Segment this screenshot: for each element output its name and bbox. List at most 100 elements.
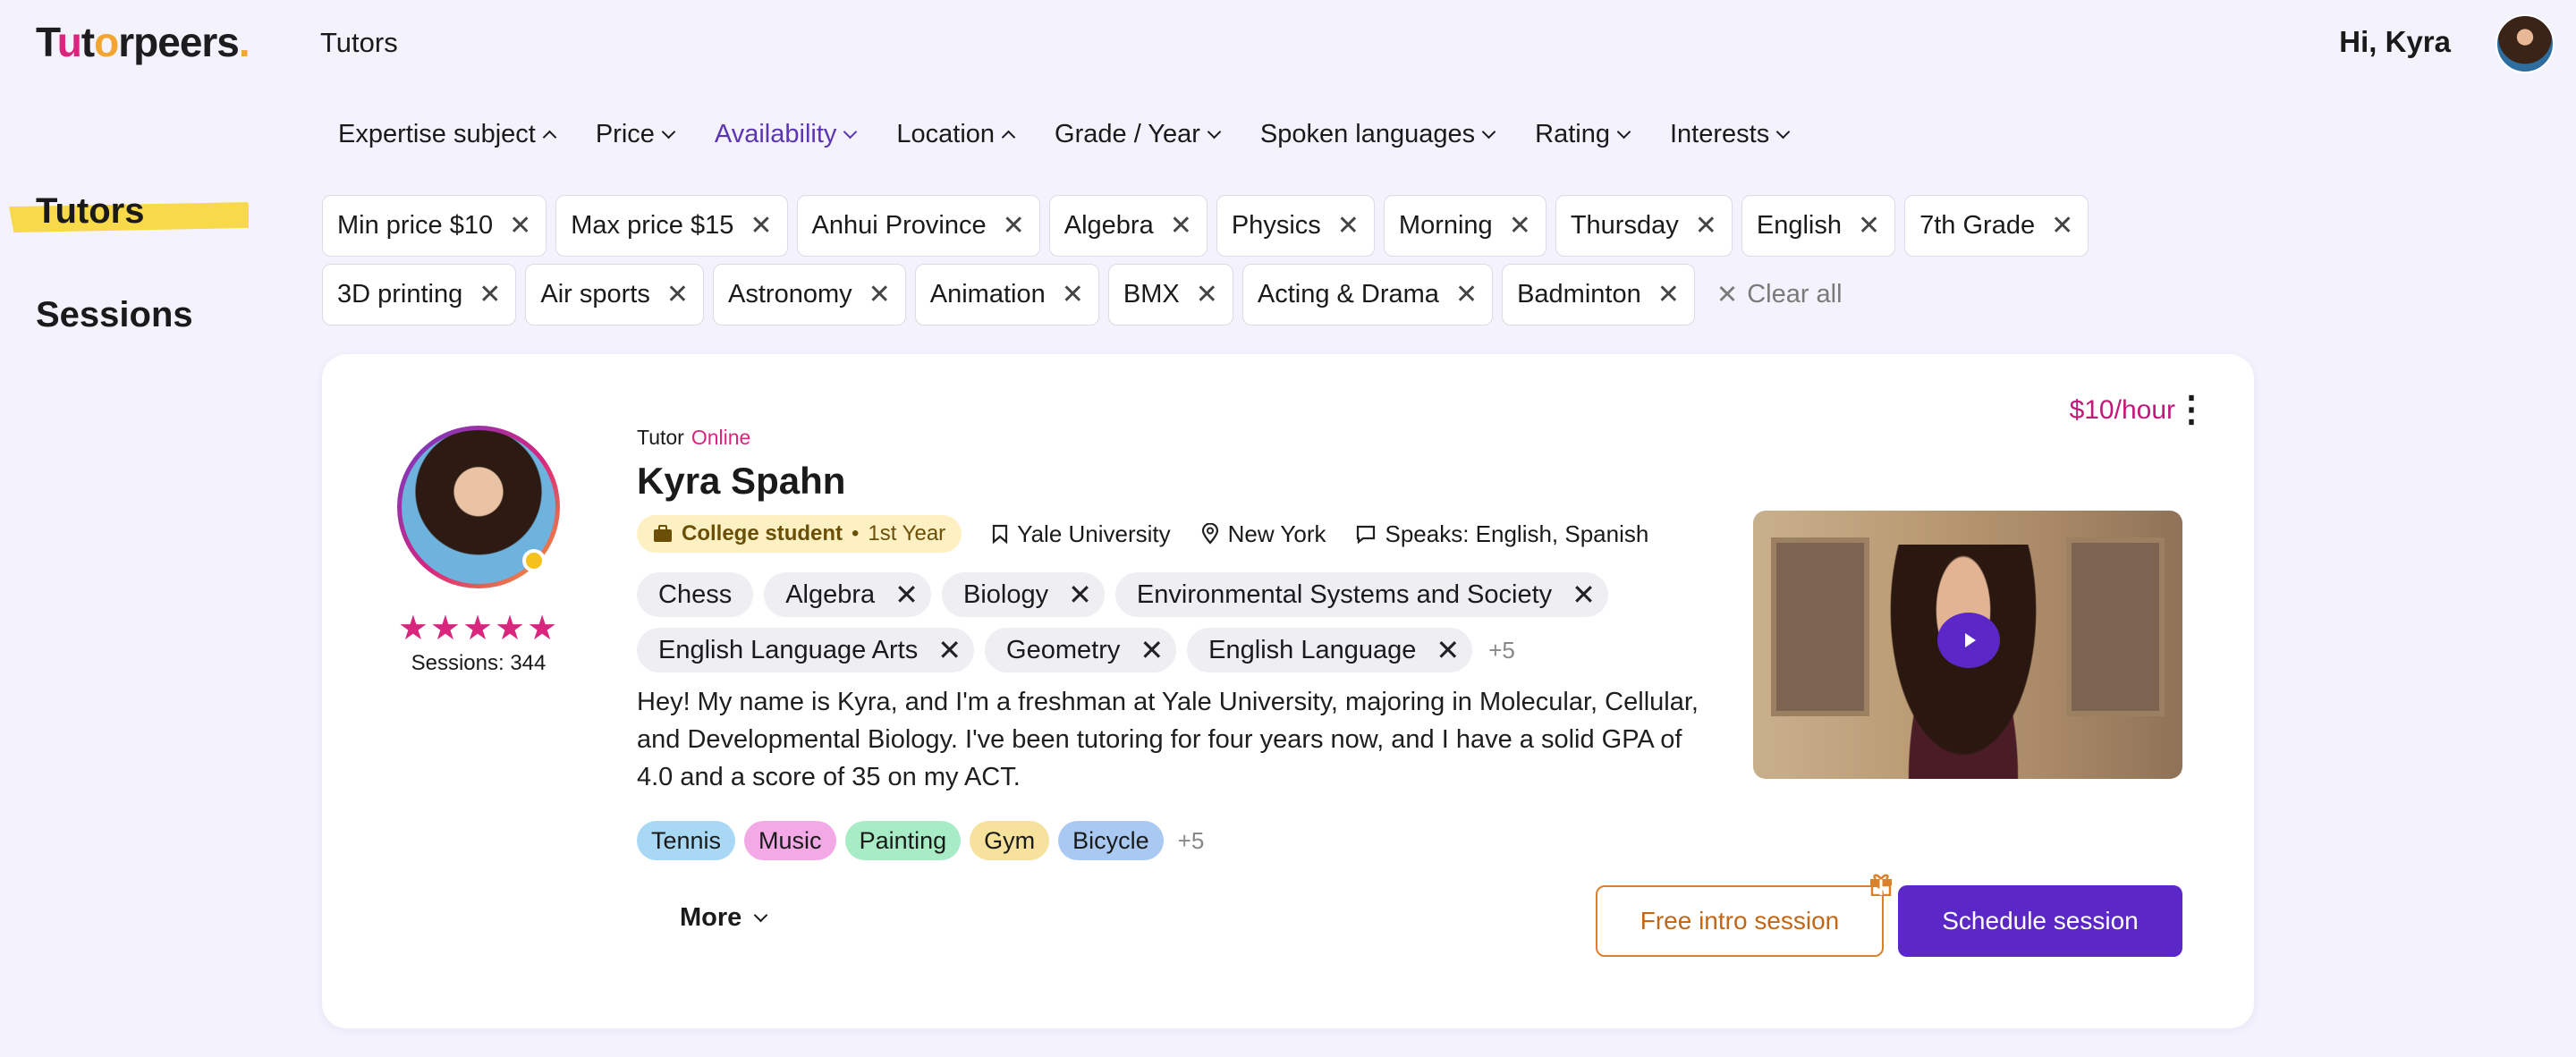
close-icon[interactable]: ✕	[937, 636, 962, 664]
filter-label: Location	[896, 120, 996, 148]
close-icon[interactable]: ✕	[1455, 281, 1478, 309]
chip-label: Acting & Drama	[1257, 280, 1439, 309]
close-icon[interactable]: ✕	[1140, 636, 1164, 664]
subject-label: Biology	[962, 579, 1049, 609]
filter-label: Availability	[714, 120, 837, 148]
filter-chip: English ✕	[1741, 195, 1896, 257]
filter-spoken-languages[interactable]: Spoken languages	[1260, 120, 1496, 149]
filter-rating[interactable]: Rating	[1535, 120, 1631, 149]
chip-label: English	[1756, 211, 1842, 240]
close-icon[interactable]: ✕	[869, 281, 891, 309]
chip-label: Anhui Province	[811, 211, 987, 240]
close-icon[interactable]: ✕	[1062, 281, 1084, 309]
tutor-meta: College student • 1st Year Yale Universi…	[637, 515, 1648, 553]
tutorpeers-logo[interactable]: Tutorpeers.	[36, 18, 250, 66]
clear-all-button[interactable]: ✕ Clear all	[1716, 279, 1843, 310]
more-options-icon[interactable]: ⋮	[2174, 392, 2209, 427]
play-icon[interactable]	[1937, 613, 2000, 668]
interest-tag: Bicycle	[1058, 821, 1164, 860]
gift-icon	[1868, 869, 1894, 896]
filter-bar: Expertise subject Price Availability Loc…	[338, 120, 1791, 149]
status-badge-sub: 1st Year	[868, 521, 946, 545]
schedule-label: Schedule session	[1942, 907, 2139, 934]
filter-location[interactable]: Location	[896, 120, 1016, 149]
close-icon: ✕	[1716, 281, 1739, 309]
close-icon[interactable]: ✕	[750, 212, 772, 240]
tutor-role: Tutor	[637, 426, 684, 449]
schedule-session-button[interactable]: Schedule session	[1898, 885, 2182, 957]
sidebar-item-sessions[interactable]: Sessions	[36, 295, 193, 335]
close-icon[interactable]: ✕	[479, 281, 501, 309]
location: New York	[1201, 520, 1326, 548]
more-interests-count[interactable]: +5	[1178, 827, 1205, 855]
close-icon[interactable]: ✕	[1509, 212, 1531, 240]
subject-label: Chess	[658, 579, 733, 609]
subject-tags: Chess Algebra ✕ Biology ✕ Environmental Sy…	[637, 572, 1692, 672]
tutor-name: Kyra Spahn	[637, 460, 846, 502]
close-icon[interactable]: ✕	[1003, 212, 1025, 240]
briefcase-icon	[654, 525, 672, 542]
close-icon[interactable]: ✕	[1337, 212, 1360, 240]
sidebar-item-tutors[interactable]: Tutors	[9, 191, 249, 233]
filter-label: Grade / Year	[1055, 120, 1200, 148]
close-icon[interactable]: ✕	[2051, 212, 2073, 240]
subject-label: Environmental Systems and Society	[1136, 579, 1553, 609]
interest-label: Tennis	[651, 826, 722, 854]
close-icon[interactable]: ✕	[894, 580, 919, 609]
filter-price[interactable]: Price	[595, 120, 676, 149]
chip-label: Algebra	[1063, 211, 1154, 240]
online-status: Online	[691, 426, 751, 449]
more-button[interactable]: More	[680, 903, 768, 933]
chevron-down-icon	[843, 124, 858, 140]
close-icon[interactable]: ✕	[1858, 212, 1880, 240]
chevron-down-icon	[1207, 124, 1222, 140]
user-avatar[interactable]	[2496, 14, 2555, 73]
chip-label: Thursday	[1570, 211, 1679, 240]
filter-grade-year[interactable]: Grade / Year	[1055, 120, 1222, 149]
filter-label: Rating	[1535, 120, 1610, 148]
close-icon[interactable]: ✕	[666, 281, 689, 309]
chip-label: 7th Grade	[1919, 211, 2036, 240]
close-icon[interactable]: ✕	[509, 212, 531, 240]
intro-video[interactable]	[1753, 511, 2182, 779]
more-subjects-count[interactable]: +5	[1488, 637, 1515, 664]
interest-label: Gym	[984, 826, 1036, 854]
location-label: New York	[1227, 520, 1326, 547]
page-title: Tutors	[320, 27, 398, 58]
user-greeting: Hi, Kyra	[2339, 25, 2451, 58]
filter-chip: 7th Grade ✕	[1904, 195, 2089, 257]
hourly-price: $10/hour	[2069, 395, 2175, 425]
filter-chip: Thursday ✕	[1555, 195, 1733, 257]
close-icon[interactable]: ✕	[1170, 212, 1192, 240]
university: Yale University	[992, 520, 1171, 548]
close-icon[interactable]: ✕	[1068, 580, 1092, 609]
online-status-dot	[522, 549, 546, 572]
video-window-left	[1771, 537, 1869, 716]
tutor-card: ★★★★★ Sessions: 344 Tutor Online Kyra Sp…	[322, 354, 2254, 1028]
close-icon[interactable]: ✕	[1695, 212, 1717, 240]
free-intro-session-button[interactable]: Free intro session	[1596, 885, 1884, 957]
filter-interests[interactable]: Interests	[1670, 120, 1791, 149]
chevron-up-icon	[1001, 130, 1016, 145]
filter-chip: Max price $15 ✕	[555, 195, 788, 257]
chevron-down-icon	[1775, 124, 1791, 140]
filter-chip: 3D printing ✕	[322, 264, 517, 326]
sidebar-item-label: Sessions	[36, 295, 193, 334]
close-icon[interactable]: ✕	[1572, 580, 1596, 609]
chevron-down-icon	[1616, 124, 1631, 140]
chip-label: Max price $15	[571, 211, 734, 240]
filter-label: Price	[595, 120, 655, 148]
interest-tag: Music	[744, 821, 836, 860]
subject-label: English Language	[1208, 635, 1417, 664]
rating-stars: ★★★★★	[397, 610, 560, 647]
filter-expertise-subject[interactable]: Expertise subject	[338, 120, 557, 149]
filter-availability[interactable]: Availability	[714, 120, 858, 149]
interest-label: Music	[758, 826, 822, 854]
chip-label: Air sports	[540, 280, 650, 309]
filter-chip: Acting & Drama ✕	[1241, 264, 1494, 326]
close-icon[interactable]: ✕	[1196, 281, 1218, 309]
close-icon[interactable]: ✕	[1657, 281, 1680, 309]
subject-tag: English Language Arts ✕	[637, 628, 975, 672]
close-icon[interactable]: ✕	[1436, 636, 1460, 664]
more-label: More	[680, 903, 742, 932]
